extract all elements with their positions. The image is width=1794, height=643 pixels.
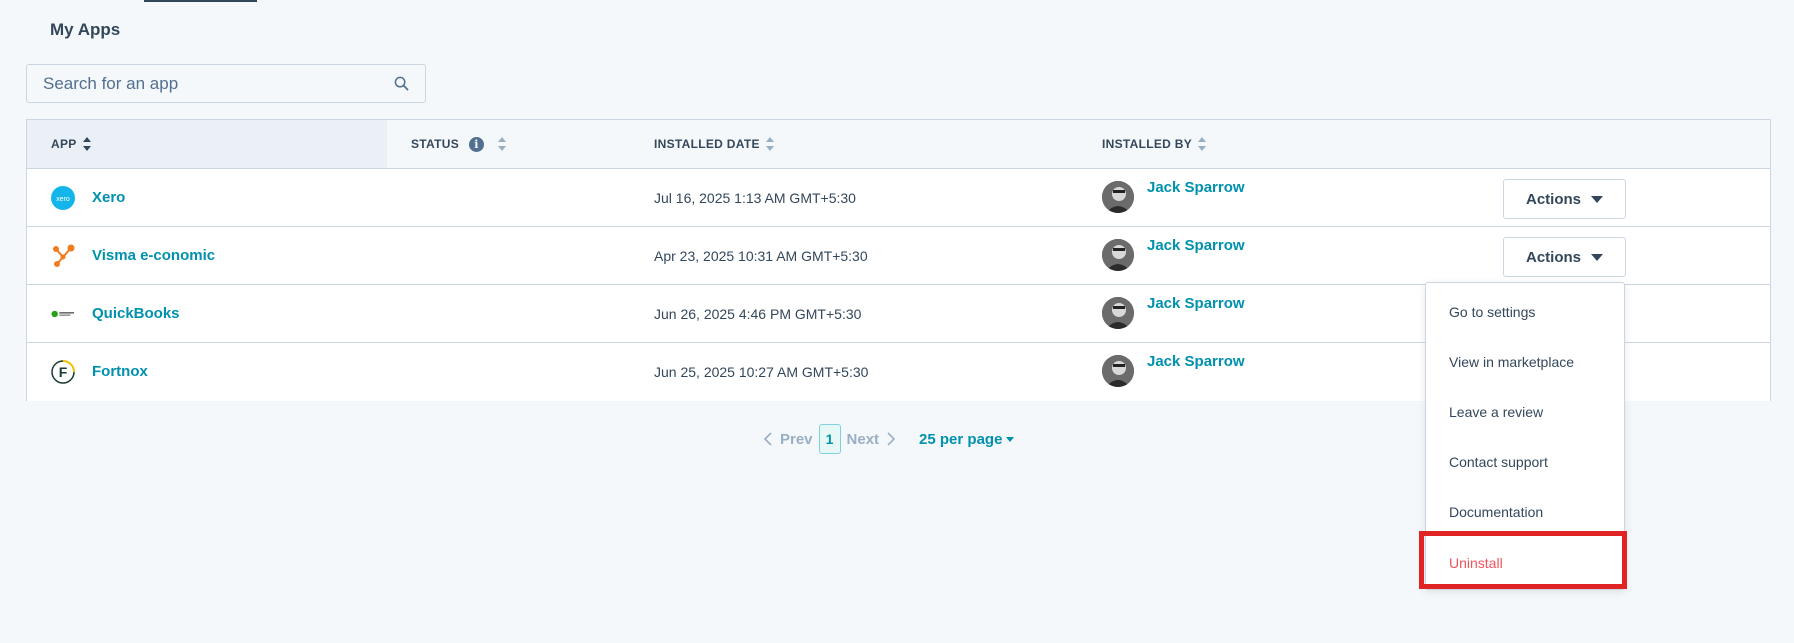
installed-date: Jun 25, 2025 10:27 AM GMT+5:30 — [654, 364, 869, 380]
sort-icon[interactable] — [765, 137, 774, 151]
app-name-link[interactable]: Fortnox — [92, 363, 148, 380]
info-icon[interactable]: i — [469, 136, 485, 152]
menu-item-view-in-marketplace[interactable]: View in marketplace — [1426, 342, 1624, 382]
actions-dropdown-menu: Go to settings View in marketplace Leave… — [1425, 282, 1625, 590]
svg-text:xero: xero — [56, 196, 70, 203]
installed-by-user-link[interactable]: Jack Sparrow — [1147, 237, 1245, 254]
actions-button[interactable]: Actions — [1503, 179, 1626, 219]
chevron-left-icon — [764, 432, 772, 446]
column-label-installed-date: INSTALLED DATE — [654, 137, 760, 151]
pagination: Prev 1 Next 25 per page — [764, 424, 1015, 454]
sort-icon[interactable] — [1198, 137, 1207, 151]
installed-by-user-link[interactable]: Jack Sparrow — [1147, 179, 1245, 196]
current-page[interactable]: 1 — [818, 424, 841, 454]
app-name-link[interactable]: Visma e-conomic — [92, 247, 215, 264]
column-header-installed-by[interactable]: INSTALLED BY — [1102, 120, 1207, 168]
search-icon[interactable] — [393, 76, 409, 92]
installed-by-user-link[interactable]: Jack Sparrow — [1147, 353, 1245, 370]
menu-item-documentation[interactable]: Documentation — [1426, 492, 1624, 532]
menu-item-go-to-settings[interactable]: Go to settings — [1426, 292, 1624, 332]
app-name-link[interactable]: QuickBooks — [92, 305, 180, 322]
chevron-down-icon — [1006, 436, 1015, 442]
table-header: APP STATUS i INSTALLED DATE INSTALLED BY — [27, 120, 1770, 169]
prev-page-button[interactable]: Prev — [764, 431, 813, 448]
menu-item-uninstall[interactable]: Uninstall — [1426, 543, 1624, 583]
search-input[interactable] — [43, 73, 393, 94]
page-title: My Apps — [50, 20, 121, 39]
table-row: xero Xero Jul 16, 2025 1:13 AM GMT+5:30 … — [27, 169, 1770, 227]
sort-icon[interactable] — [82, 137, 91, 151]
actions-button[interactable]: Actions — [1503, 237, 1626, 277]
installed-date: Apr 23, 2025 10:31 AM GMT+5:30 — [654, 248, 868, 264]
column-header-app[interactable]: APP — [27, 120, 387, 168]
column-label-status: STATUS — [411, 137, 460, 151]
chevron-down-icon — [1591, 253, 1603, 261]
visma-logo-icon — [51, 244, 75, 268]
column-header-installed-date[interactable]: INSTALLED DATE — [654, 120, 774, 168]
app-name-link[interactable]: Xero — [92, 189, 125, 206]
quickbooks-logo-icon — [51, 302, 75, 326]
table-row: Visma e-conomic Apr 23, 2025 10:31 AM GM… — [27, 227, 1770, 285]
chevron-down-icon — [1591, 195, 1603, 203]
per-page-label: 25 per page — [919, 430, 1003, 448]
chevron-right-icon — [887, 432, 896, 446]
menu-item-leave-a-review[interactable]: Leave a review — [1426, 392, 1624, 432]
xero-logo-icon: xero — [51, 186, 75, 210]
fortnox-logo-icon: F — [51, 360, 75, 384]
actions-label: Actions — [1525, 190, 1581, 208]
next-label: Next — [846, 430, 880, 448]
installed-date: Jun 26, 2025 4:46 PM GMT+5:30 — [654, 306, 862, 322]
avatar — [1102, 297, 1134, 329]
per-page-dropdown[interactable]: 25 per page — [919, 430, 1015, 448]
next-page-button[interactable]: Next — [847, 431, 896, 448]
installed-date: Jul 16, 2025 1:13 AM GMT+5:30 — [654, 190, 856, 206]
avatar — [1102, 181, 1134, 213]
column-header-status[interactable]: STATUS i — [411, 120, 507, 168]
svg-text:F: F — [59, 364, 68, 380]
search-box[interactable] — [26, 64, 426, 103]
column-label-app: APP — [51, 137, 77, 151]
avatar — [1102, 239, 1134, 271]
sort-icon[interactable] — [498, 137, 507, 151]
menu-item-contact-support[interactable]: Contact support — [1426, 442, 1624, 482]
active-tab-underline — [144, 0, 257, 2]
installed-by-user-link[interactable]: Jack Sparrow — [1147, 295, 1245, 312]
actions-label: Actions — [1525, 248, 1581, 266]
prev-label: Prev — [780, 430, 813, 448]
column-label-installed-by: INSTALLED BY — [1102, 137, 1193, 151]
avatar — [1102, 355, 1134, 387]
